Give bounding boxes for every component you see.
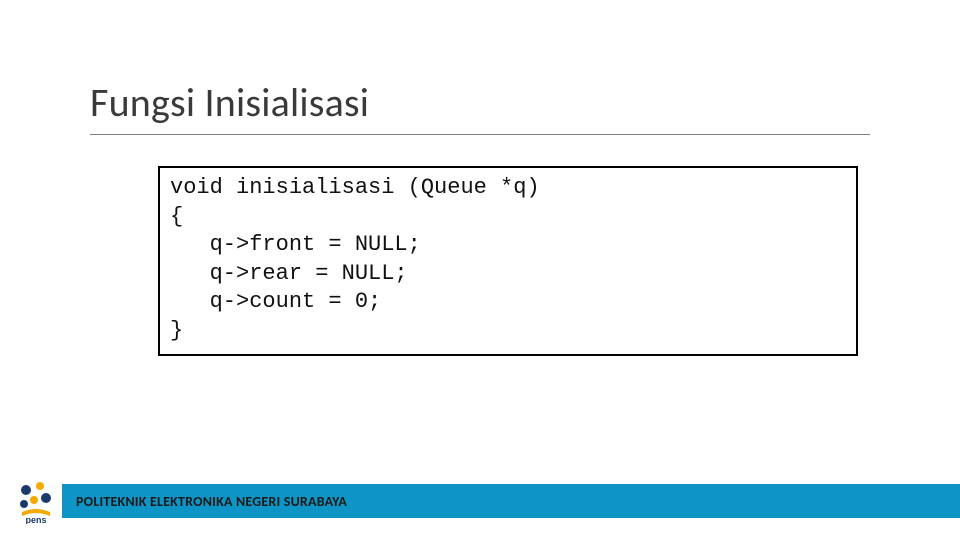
- page-title: Fungsi Inisialisasi: [90, 78, 369, 127]
- footer-text: POLITEKNIK ELEKTRONIKA NEGERI SURABAYA: [76, 493, 347, 510]
- code-line: q->rear = NULL;: [170, 261, 408, 286]
- logo-label: pens: [25, 515, 46, 524]
- code-line: {: [170, 204, 183, 229]
- code-line: }: [170, 318, 183, 343]
- code-line: q->count = 0;: [170, 289, 381, 314]
- code-line: void inisialisasi (Queue *q): [170, 175, 540, 200]
- title-underline: [90, 134, 870, 135]
- logo-icon: pens: [12, 476, 60, 524]
- code-line: q->front = NULL;: [170, 232, 421, 257]
- code-block: void inisialisasi (Queue *q) { q->front …: [158, 166, 858, 356]
- footer-bar: POLITEKNIK ELEKTRONIKA NEGERI SURABAYA: [62, 484, 960, 518]
- slide: Fungsi Inisialisasi void inisialisasi (Q…: [0, 0, 960, 540]
